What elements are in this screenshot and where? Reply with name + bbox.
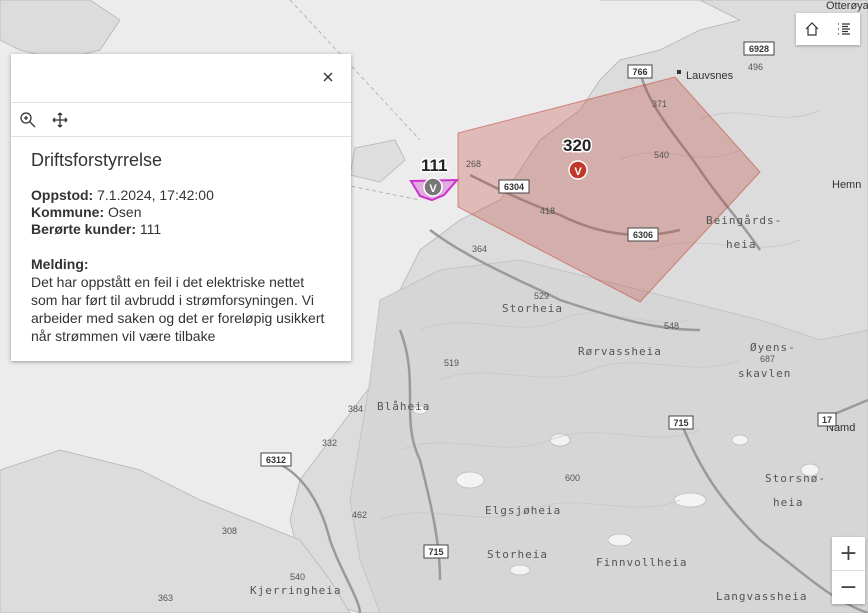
place-label: Elgsjøheia xyxy=(485,504,561,517)
place-label: Storheia xyxy=(502,302,563,315)
home-button[interactable] xyxy=(796,13,828,45)
popup-header xyxy=(11,54,351,103)
elevation-label: 540 xyxy=(654,150,669,160)
home-icon xyxy=(805,22,819,36)
elevation-label: 496 xyxy=(748,62,763,72)
field-value: Osen xyxy=(108,204,142,220)
close-icon[interactable] xyxy=(321,70,335,84)
elevation-label: 363 xyxy=(158,593,173,603)
field-label: Berørte kunder: xyxy=(31,221,137,237)
place-label: Finnvollheia xyxy=(596,556,687,569)
road-shield: 766 xyxy=(627,64,653,79)
road-number: 6306 xyxy=(633,230,653,240)
place-label: Kjerringheia xyxy=(250,584,341,597)
message-label: Melding: xyxy=(31,256,89,272)
field-label: Oppstod: xyxy=(31,187,94,203)
legend-button[interactable] xyxy=(828,13,860,45)
place-label: Rørvassheia xyxy=(578,345,662,358)
feature-popup: Driftsforstyrrelse Oppstod: 7.1.2024, 17… xyxy=(11,54,351,361)
place-label: Langvassheia xyxy=(716,590,807,603)
svg-text:V: V xyxy=(429,183,437,195)
field-value: 111 xyxy=(139,221,162,237)
elevation-label: 268 xyxy=(466,159,481,169)
road-number: 6304 xyxy=(504,182,524,192)
outage-marker-111[interactable]: V xyxy=(423,177,443,197)
zoom-control: + − xyxy=(832,537,865,604)
elevation-label: 548 xyxy=(664,321,679,331)
elevation-label: 600 xyxy=(565,473,580,483)
svg-text:V: V xyxy=(574,166,582,178)
field-row: Oppstod: 7.1.2024, 17:42:00 xyxy=(31,187,332,204)
place-label: Storsnø- xyxy=(765,472,826,485)
place-label: skavlen xyxy=(738,367,791,380)
popup-body: Driftsforstyrrelse Oppstod: 7.1.2024, 17… xyxy=(11,137,351,345)
elevation-label: 540 xyxy=(290,572,305,582)
elevation-label: 332 xyxy=(322,438,337,448)
field-row: Kommune: Osen xyxy=(31,204,332,221)
place-label: Hemn xyxy=(832,179,861,191)
road-number: 6928 xyxy=(749,44,769,54)
elevation-label: 418 xyxy=(540,206,555,216)
zoom-to-icon[interactable] xyxy=(19,111,37,129)
place-label: heia xyxy=(773,496,804,509)
message-text: Det har oppstått en feil i det elektrisk… xyxy=(31,274,325,344)
road-shield: 6306 xyxy=(627,227,659,242)
elevation-label: 462 xyxy=(352,510,367,520)
field-row: Berørte kunder: 111 xyxy=(31,221,332,238)
elevation-label: 308 xyxy=(222,526,237,536)
road-shield: 6928 xyxy=(743,41,775,56)
place-label: Øyens- xyxy=(750,341,796,354)
place-label: Lauvsnes xyxy=(686,70,734,82)
move-icon[interactable] xyxy=(51,111,69,129)
outage-count-320: 320 xyxy=(563,136,591,155)
popup-title: Driftsforstyrrelse xyxy=(31,150,163,170)
road-shield: 715 xyxy=(668,415,694,430)
road-number: 715 xyxy=(673,418,688,428)
place-label: heia xyxy=(726,238,757,251)
town-marker xyxy=(677,70,681,74)
road-shield: 6312 xyxy=(260,452,292,467)
elevation-label: 364 xyxy=(472,244,487,254)
road-number: 715 xyxy=(428,547,443,557)
elevation-label: 529 xyxy=(534,291,549,301)
elevation-label: 687 xyxy=(760,354,775,364)
road-shield: 17 xyxy=(817,412,837,427)
place-label: Beingårds- xyxy=(706,214,782,227)
place-label: Otterøya xyxy=(826,0,868,12)
zoom-out-button[interactable]: − xyxy=(832,570,865,604)
field-label: Kommune: xyxy=(31,204,105,220)
zoom-in-button[interactable]: + xyxy=(832,537,865,570)
field-value: 7.1.2024, 17:42:00 xyxy=(97,187,214,203)
road-number: 766 xyxy=(632,67,647,77)
road-shield: 6304 xyxy=(498,179,530,194)
road-number: 17 xyxy=(822,415,832,425)
outage-marker-320[interactable]: V xyxy=(568,160,588,180)
place-label: Blåheia xyxy=(377,400,430,413)
road-shield: 715 xyxy=(423,544,449,559)
outage-count-111: 111 xyxy=(421,156,448,175)
elevation-label: 519 xyxy=(444,358,459,368)
popup-toolbar xyxy=(11,103,351,137)
map-widgets xyxy=(796,13,860,45)
elevation-label: 371 xyxy=(652,99,667,109)
place-label: Storheia xyxy=(487,548,548,561)
elevation-label: 384 xyxy=(348,404,363,414)
road-number: 6312 xyxy=(266,455,286,465)
list-icon xyxy=(838,23,850,35)
